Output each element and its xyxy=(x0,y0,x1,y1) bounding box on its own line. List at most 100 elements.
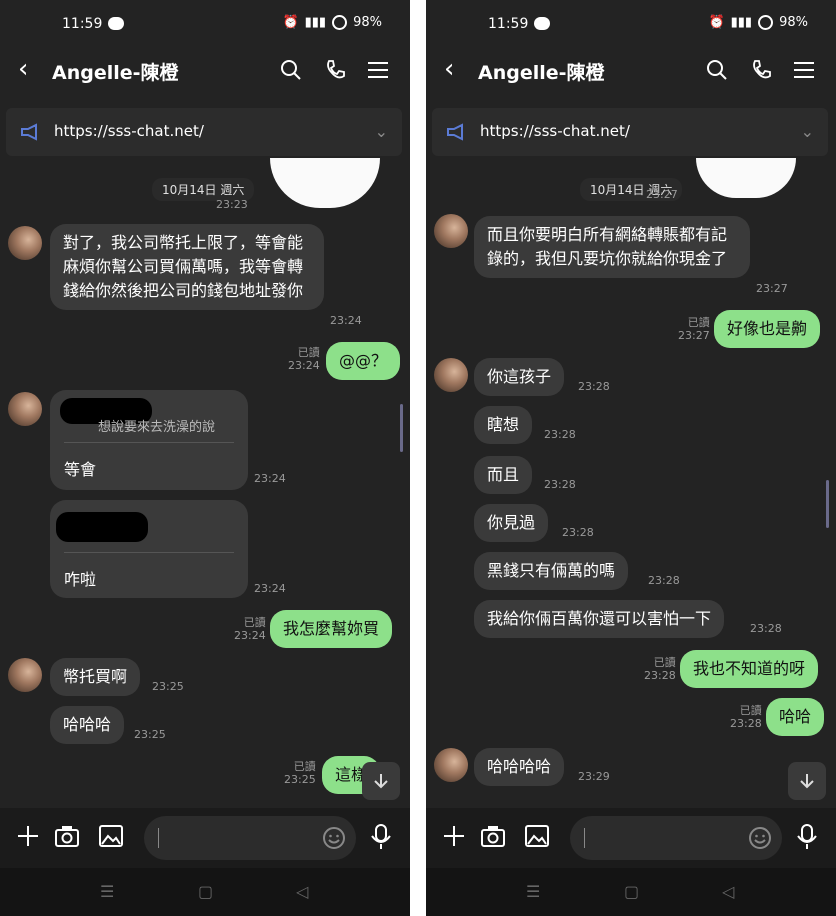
input-bar xyxy=(426,808,836,868)
avatar[interactable] xyxy=(434,358,468,392)
message-time: 23:28 xyxy=(648,574,680,587)
scroll-down-icon[interactable] xyxy=(788,762,826,800)
back-icon[interactable]: ‹ xyxy=(18,54,28,84)
megaphone-icon xyxy=(446,123,466,145)
avatar[interactable] xyxy=(434,748,468,782)
message-input[interactable] xyxy=(144,816,356,860)
chat-header: ‹ Angelle-陳橙 xyxy=(0,46,410,96)
scrollbar[interactable] xyxy=(400,404,403,452)
home-icon[interactable]: ▢ xyxy=(624,882,639,901)
phone-icon[interactable] xyxy=(748,57,774,83)
chat-screen-right: 11:59 ⏰ ▮▮▮ 98% ‹ Angelle-陳橙 https://sss… xyxy=(426,0,836,916)
signal-icon: ▮▮▮ xyxy=(304,15,327,30)
incoming-message[interactable]: 而且 xyxy=(474,456,533,494)
read-receipt: 已讀 23:28 xyxy=(730,704,762,730)
recent-apps-icon[interactable]: ☰ xyxy=(100,882,114,901)
quote-divider xyxy=(64,442,234,443)
message-time: 23:28 xyxy=(750,622,782,635)
announcement-url[interactable]: https://sss-chat.net/ xyxy=(480,122,630,140)
read-label: 已讀 xyxy=(297,346,320,359)
message-time: 23:24 xyxy=(330,314,362,327)
read-receipt: 已讀 23:24 xyxy=(234,616,266,642)
phone-icon[interactable] xyxy=(322,57,348,83)
message-time: 23:28 xyxy=(544,478,576,491)
incoming-message[interactable]: 你這孩子 xyxy=(474,358,565,396)
read-label: 已讀 xyxy=(739,704,762,717)
nav-back-icon[interactable]: ◁ xyxy=(296,882,308,901)
emoji-icon[interactable] xyxy=(322,826,346,854)
status-time: 11:59 xyxy=(62,16,103,32)
back-icon[interactable]: ‹ xyxy=(444,54,454,84)
announcement-bar[interactable]: https://sss-chat.net/ ⌄ xyxy=(432,108,828,156)
quoted-message[interactable]: 想說要來去洗澡的說 等會 xyxy=(50,390,248,490)
announcement-bar[interactable]: https://sss-chat.net/ ⌄ xyxy=(6,108,402,156)
chat-header: ‹ Angelle-陳橙 xyxy=(426,46,836,96)
incoming-message[interactable]: 瞎想 xyxy=(474,406,533,444)
alarm-icon: ⏰ xyxy=(282,15,299,30)
message-time: 23:25 xyxy=(152,680,184,693)
incoming-message[interactable]: 對了，我公司幣托上限了，等會能麻煩你幫公司買倆萬嗎，我等會轉錢給你然後把公司的錢… xyxy=(50,224,324,310)
emoji-icon[interactable] xyxy=(748,826,772,854)
message-time: 23:24 xyxy=(288,359,320,372)
text-cursor xyxy=(158,828,159,848)
message-time: 23:24 xyxy=(254,582,286,595)
outgoing-message[interactable]: 哈哈 xyxy=(766,698,825,736)
chat-notification-icon xyxy=(108,17,124,30)
avatar[interactable] xyxy=(434,214,468,248)
redacted-area xyxy=(56,512,148,542)
chat-title: Angelle-陳橙 xyxy=(52,62,179,84)
nav-back-icon[interactable]: ◁ xyxy=(722,882,734,901)
avatar[interactable] xyxy=(8,226,42,260)
recent-apps-icon[interactable]: ☰ xyxy=(526,882,540,901)
signal-icon: ▮▮▮ xyxy=(730,15,753,30)
system-nav-bar: ☰ ▢ ◁ xyxy=(426,868,836,916)
incoming-message[interactable]: 你見過 xyxy=(474,504,549,542)
announcement-url[interactable]: https://sss-chat.net/ xyxy=(54,122,204,140)
outgoing-message[interactable]: 我怎麼幫妳買 xyxy=(270,610,393,648)
mic-icon[interactable] xyxy=(796,824,818,854)
search-icon[interactable] xyxy=(278,57,304,83)
search-icon[interactable] xyxy=(704,57,730,83)
read-label: 已讀 xyxy=(293,760,316,773)
incoming-message[interactable]: 而且你要明白所有網絡轉賬都有記錄的，我但凡要坑你就給你現金了 xyxy=(474,216,750,278)
incoming-message[interactable]: 哈哈哈哈 xyxy=(474,748,565,786)
message-input[interactable] xyxy=(570,816,782,860)
avatar[interactable] xyxy=(8,392,42,426)
mic-icon[interactable] xyxy=(370,824,392,854)
quoted-text: 想說要來去洗澡的說 xyxy=(98,420,216,435)
camera-icon[interactable] xyxy=(480,824,506,852)
quoted-message[interactable]: 咋啦 xyxy=(50,500,248,598)
scrollbar[interactable] xyxy=(826,480,829,528)
home-icon[interactable]: ▢ xyxy=(198,882,213,901)
battery-icon xyxy=(758,15,774,30)
read-receipt: 已讀 23:27 xyxy=(678,316,710,342)
image-icon[interactable] xyxy=(98,824,124,852)
outgoing-message[interactable]: @@？ xyxy=(326,342,401,380)
message-time: 23:27 xyxy=(756,282,788,295)
megaphone-icon xyxy=(20,123,40,145)
text-cursor xyxy=(584,828,585,848)
status-bar: 11:59 ⏰ ▮▮▮ 98% xyxy=(0,0,410,46)
incoming-message[interactable]: 我給你倆百萬你還可以害怕一下 xyxy=(474,600,725,638)
menu-icon[interactable] xyxy=(792,57,818,83)
avatar[interactable] xyxy=(8,658,42,692)
plus-icon[interactable] xyxy=(16,824,40,852)
message-time: 23:24 xyxy=(234,629,266,642)
outgoing-message[interactable]: 好像也是齁 xyxy=(714,310,821,348)
incoming-message[interactable]: 黑錢只有倆萬的嗎 xyxy=(474,552,629,590)
incoming-message[interactable]: 哈哈哈 xyxy=(50,706,125,744)
message-text: 咋啦 xyxy=(64,570,97,589)
read-label: 已讀 xyxy=(687,316,710,329)
plus-icon[interactable] xyxy=(442,824,466,852)
outgoing-message[interactable]: 我也不知道的呀 xyxy=(680,650,819,688)
message-time: 23:25 xyxy=(134,728,166,741)
message-text: 等會 xyxy=(64,460,97,479)
sticker-image xyxy=(270,158,380,208)
chevron-down-icon[interactable]: ⌄ xyxy=(801,122,814,141)
incoming-message[interactable]: 幣托買啊 xyxy=(50,658,141,696)
image-icon[interactable] xyxy=(524,824,550,852)
scroll-down-icon[interactable] xyxy=(362,762,400,800)
menu-icon[interactable] xyxy=(366,57,392,83)
chevron-down-icon[interactable]: ⌄ xyxy=(375,122,388,141)
camera-icon[interactable] xyxy=(54,824,80,852)
